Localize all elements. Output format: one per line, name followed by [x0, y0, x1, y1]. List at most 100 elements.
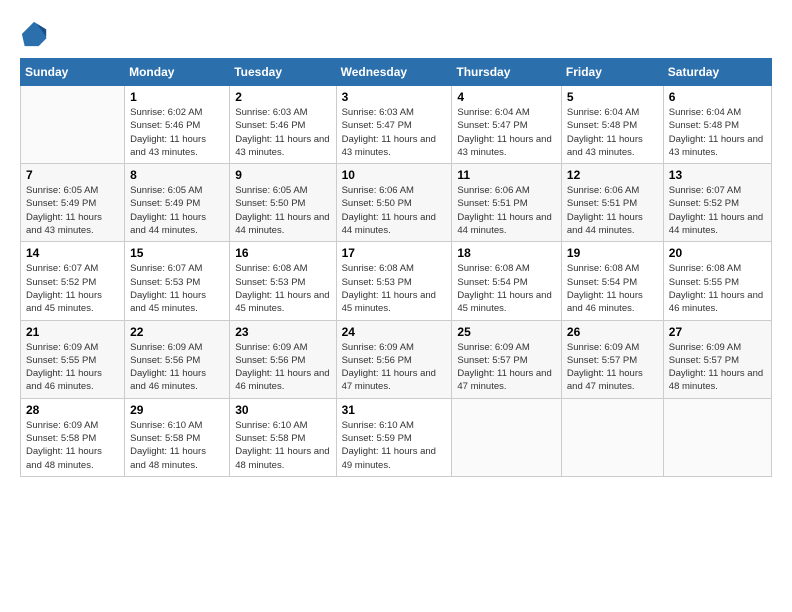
calendar-cell: 18Sunrise: 6:08 AMSunset: 5:54 PMDayligh… [452, 242, 562, 320]
calendar-cell: 25Sunrise: 6:09 AMSunset: 5:57 PMDayligh… [452, 320, 562, 398]
calendar-cell: 27Sunrise: 6:09 AMSunset: 5:57 PMDayligh… [663, 320, 771, 398]
day-number: 4 [457, 90, 556, 104]
day-number: 30 [235, 403, 330, 417]
day-number: 15 [130, 246, 224, 260]
calendar-cell: 14Sunrise: 6:07 AMSunset: 5:52 PMDayligh… [21, 242, 125, 320]
day-number: 1 [130, 90, 224, 104]
header-cell-monday: Monday [125, 59, 230, 86]
calendar-cell [21, 86, 125, 164]
calendar-cell: 4 Sunrise: 6:04 AMSunset: 5:47 PMDaylight… [452, 86, 562, 164]
calendar-cell: 20 Sunrise: 6:08 AMSunset: 5:55 PMDayligh… [663, 242, 771, 320]
logo [20, 20, 52, 48]
header-cell-friday: Friday [561, 59, 663, 86]
day-number: 13 [669, 168, 766, 182]
calendar-cell: 3 Sunrise: 6:03 AMSunset: 5:47 PMDaylight… [336, 86, 452, 164]
calendar-cell: 29 Sunrise: 6:10 AMSunset: 5:58 PMDayligh… [125, 398, 230, 476]
day-number: 2 [235, 90, 330, 104]
day-info: Sunrise: 6:09 AMSunset: 5:58 PMDaylight:… [26, 419, 119, 472]
page-header [20, 20, 772, 48]
day-info: Sunrise: 6:05 AMSunset: 5:49 PMDaylight:… [130, 184, 224, 237]
day-info: Sunrise: 6:09 AMSunset: 5:56 PMDaylight:… [235, 341, 330, 394]
day-number: 24 [342, 325, 447, 339]
day-info: Sunrise: 6:03 AMSunset: 5:46 PMDaylight:… [235, 106, 330, 159]
day-number: 11 [457, 168, 556, 182]
calendar-cell: 31 Sunrise: 6:10 AMSunset: 5:59 PMDayligh… [336, 398, 452, 476]
day-info: Sunrise: 6:03 AMSunset: 5:47 PMDaylight:… [342, 106, 447, 159]
day-number: 5 [567, 90, 658, 104]
day-info: Sunrise: 6:08 AMSunset: 5:54 PMDaylight:… [567, 262, 658, 315]
day-number: 12 [567, 168, 658, 182]
calendar-cell: 16 Sunrise: 6:08 AMSunset: 5:53 PMDayligh… [230, 242, 336, 320]
calendar-body: 1Sunrise: 6:02 AMSunset: 5:46 PMDaylight… [21, 86, 772, 477]
calendar-cell: 17Sunrise: 6:08 AMSunset: 5:53 PMDayligh… [336, 242, 452, 320]
day-info: Sunrise: 6:09 AMSunset: 5:57 PMDaylight:… [567, 341, 658, 394]
day-number: 8 [130, 168, 224, 182]
calendar-cell [561, 398, 663, 476]
day-info: Sunrise: 6:04 AMSunset: 5:48 PMDaylight:… [669, 106, 766, 159]
calendar-cell: 2 Sunrise: 6:03 AMSunset: 5:46 PMDaylight… [230, 86, 336, 164]
calendar-cell: 11 Sunrise: 6:06 AMSunset: 5:51 PMDayligh… [452, 164, 562, 242]
calendar-cell: 13 Sunrise: 6:07 AMSunset: 5:52 PMDayligh… [663, 164, 771, 242]
day-info: Sunrise: 6:07 AMSunset: 5:52 PMDaylight:… [669, 184, 766, 237]
day-info: Sunrise: 6:09 AMSunset: 5:55 PMDaylight:… [26, 341, 119, 394]
day-info: Sunrise: 6:09 AMSunset: 5:57 PMDaylight:… [669, 341, 766, 394]
calendar-cell: 6Sunrise: 6:04 AMSunset: 5:48 PMDaylight… [663, 86, 771, 164]
calendar-cell: 15 Sunrise: 6:07 AMSunset: 5:53 PMDayligh… [125, 242, 230, 320]
day-number: 3 [342, 90, 447, 104]
header-cell-sunday: Sunday [21, 59, 125, 86]
day-info: Sunrise: 6:04 AMSunset: 5:48 PMDaylight:… [567, 106, 658, 159]
calendar-cell: 5 Sunrise: 6:04 AMSunset: 5:48 PMDaylight… [561, 86, 663, 164]
day-info: Sunrise: 6:08 AMSunset: 5:53 PMDaylight:… [235, 262, 330, 315]
calendar-week-3: 14Sunrise: 6:07 AMSunset: 5:52 PMDayligh… [21, 242, 772, 320]
calendar-cell: 9Sunrise: 6:05 AMSunset: 5:50 PMDaylight… [230, 164, 336, 242]
calendar-cell: 10 Sunrise: 6:06 AMSunset: 5:50 PMDayligh… [336, 164, 452, 242]
day-info: Sunrise: 6:10 AMSunset: 5:58 PMDaylight:… [130, 419, 224, 472]
calendar-cell: 21 Sunrise: 6:09 AMSunset: 5:55 PMDayligh… [21, 320, 125, 398]
day-info: Sunrise: 6:06 AMSunset: 5:50 PMDaylight:… [342, 184, 447, 237]
day-info: Sunrise: 6:10 AMSunset: 5:58 PMDaylight:… [235, 419, 330, 472]
day-number: 21 [26, 325, 119, 339]
day-number: 26 [567, 325, 658, 339]
calendar-cell: 7Sunrise: 6:05 AMSunset: 5:49 PMDaylight… [21, 164, 125, 242]
header-cell-wednesday: Wednesday [336, 59, 452, 86]
day-info: Sunrise: 6:09 AMSunset: 5:56 PMDaylight:… [130, 341, 224, 394]
logo-icon [20, 20, 48, 48]
day-number: 17 [342, 246, 447, 260]
header-cell-tuesday: Tuesday [230, 59, 336, 86]
calendar-header: SundayMondayTuesdayWednesdayThursdayFrid… [21, 59, 772, 86]
day-info: Sunrise: 6:06 AMSunset: 5:51 PMDaylight:… [457, 184, 556, 237]
calendar-cell: 30 Sunrise: 6:10 AMSunset: 5:58 PMDayligh… [230, 398, 336, 476]
calendar-week-2: 7 Sunrise: 6:05 AMSunset: 5:49 PMDaylight… [21, 164, 772, 242]
day-number: 28 [26, 403, 119, 417]
day-info: Sunrise: 6:07 AMSunset: 5:52 PMDaylight:… [26, 262, 119, 315]
calendar-week-1: 1Sunrise: 6:02 AMSunset: 5:46 PMDaylight… [21, 86, 772, 164]
day-info: Sunrise: 6:10 AMSunset: 5:59 PMDaylight:… [342, 419, 447, 472]
day-info: Sunrise: 6:05 AMSunset: 5:50 PMDaylight:… [235, 184, 330, 237]
day-number: 29 [130, 403, 224, 417]
calendar-week-5: 28 Sunrise: 6:09 AMSunset: 5:58 PMDayligh… [21, 398, 772, 476]
calendar-cell: 1Sunrise: 6:02 AMSunset: 5:46 PMDaylight… [125, 86, 230, 164]
calendar-cell: 26 Sunrise: 6:09 AMSunset: 5:57 PMDayligh… [561, 320, 663, 398]
day-info: Sunrise: 6:04 AMSunset: 5:47 PMDaylight:… [457, 106, 556, 159]
header-row: SundayMondayTuesdayWednesdayThursdayFrid… [21, 59, 772, 86]
day-info: Sunrise: 6:09 AMSunset: 5:56 PMDaylight:… [342, 341, 447, 394]
calendar-cell: 23Sunrise: 6:09 AMSunset: 5:56 PMDayligh… [230, 320, 336, 398]
calendar-cell: 12 Sunrise: 6:06 AMSunset: 5:51 PMDayligh… [561, 164, 663, 242]
day-number: 7 [26, 168, 119, 182]
day-info: Sunrise: 6:06 AMSunset: 5:51 PMDaylight:… [567, 184, 658, 237]
day-number: 31 [342, 403, 447, 417]
day-number: 10 [342, 168, 447, 182]
day-info: Sunrise: 6:07 AMSunset: 5:53 PMDaylight:… [130, 262, 224, 315]
calendar-cell: 28 Sunrise: 6:09 AMSunset: 5:58 PMDayligh… [21, 398, 125, 476]
day-number: 20 [669, 246, 766, 260]
calendar-cell: 24 Sunrise: 6:09 AMSunset: 5:56 PMDayligh… [336, 320, 452, 398]
day-info: Sunrise: 6:08 AMSunset: 5:55 PMDaylight:… [669, 262, 766, 315]
calendar-cell: 19 Sunrise: 6:08 AMSunset: 5:54 PMDayligh… [561, 242, 663, 320]
calendar-cell: 22Sunrise: 6:09 AMSunset: 5:56 PMDayligh… [125, 320, 230, 398]
day-info: Sunrise: 6:09 AMSunset: 5:57 PMDaylight:… [457, 341, 556, 394]
day-number: 19 [567, 246, 658, 260]
calendar-cell [452, 398, 562, 476]
day-number: 16 [235, 246, 330, 260]
calendar-week-4: 21 Sunrise: 6:09 AMSunset: 5:55 PMDayligh… [21, 320, 772, 398]
calendar-table: SundayMondayTuesdayWednesdayThursdayFrid… [20, 58, 772, 477]
